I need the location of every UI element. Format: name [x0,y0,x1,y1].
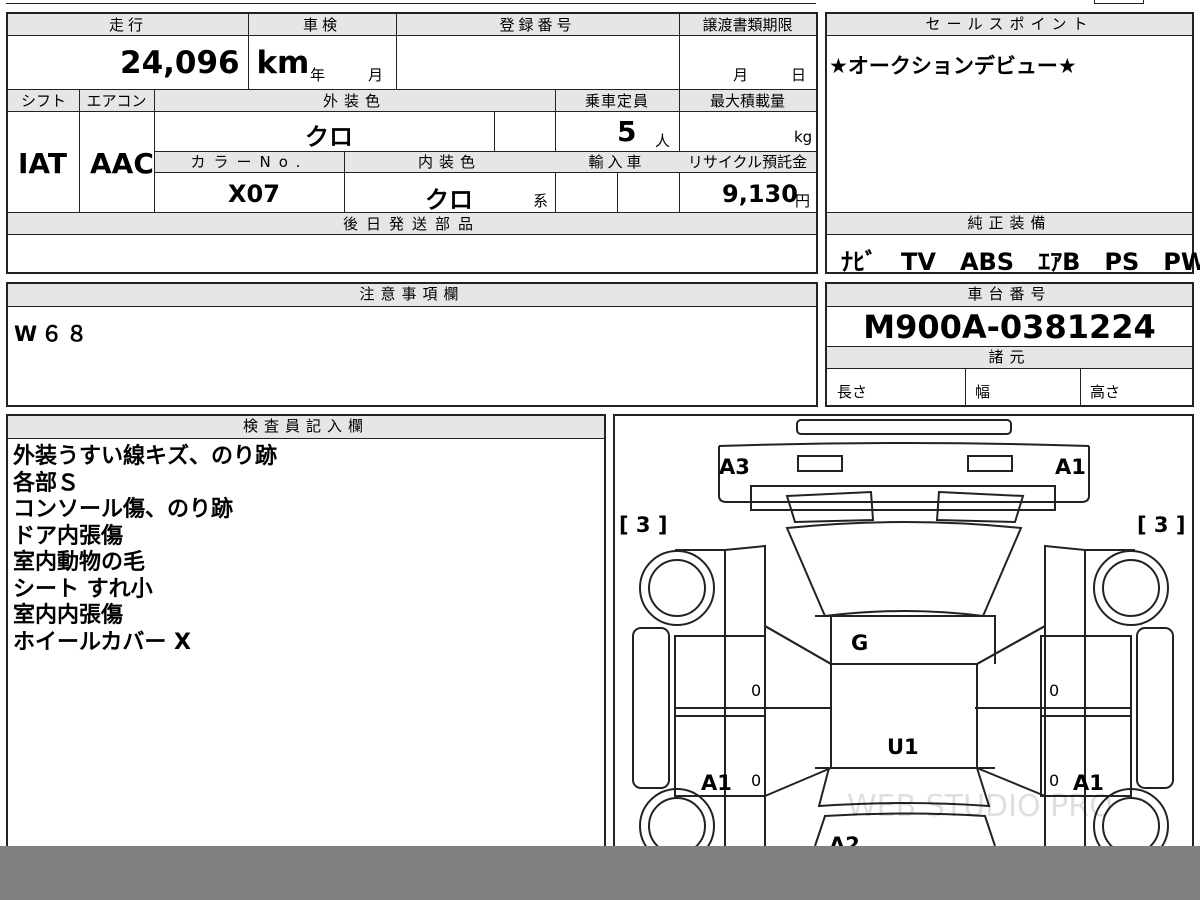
aircon-label: エアコン [86,92,147,110]
car-diagram-box: A3 A1 [ 3 ] [ 3 ] G U1 A1 A1 A2 0 0 0 0 … [613,414,1194,854]
mileage-value: 24,096 [120,45,240,81]
recycle-label: リサイクル預託金 [687,153,808,171]
sales-point-box: セールスポイント ★オークションデビュー★ 純正装備 ﾅﾋﾞ TV ABS ｴｱ… [825,12,1200,276]
divider [79,90,80,212]
recycle-unit: 円 [795,192,811,210]
inspection-label: 車検 [302,16,341,34]
mark-door-rl: 0 [751,771,761,790]
divider [679,14,680,90]
height-label: 高さ [1090,383,1121,401]
specs-label: 諸元 [827,347,1192,369]
inspector-notes: 外装うすい線キズ、のり跡 各部Ｓ コンソール傷、のり跡 ドア内張傷 室内動物の毛… [13,444,277,656]
chassis-number: M900A-0381224 [863,308,1156,346]
registration-label: 登録番号 [499,16,576,34]
exterior-color-label: 外装色 [322,92,386,110]
sales-point-label: セールスポイント [827,14,1192,36]
color-no-value: X07 [228,180,280,208]
mark-right-fender: [ 3 ] [1137,513,1185,537]
mileage-unit: km [256,45,310,81]
mark-left-fender: [ 3 ] [619,513,667,537]
inspection-month-unit: 月 [368,66,384,84]
equipment-label: 純正装備 [827,213,1192,235]
chassis-box: 車台番号 M900A-0381224 諸元 長さ 幅 高さ [825,282,1194,407]
shift-label: シフト [20,92,66,110]
top-stub-line [6,3,816,4]
divider [1080,369,1081,407]
inspector-label: 検査員記入欄 [8,416,604,439]
aircon-value: AAC [90,147,154,180]
equipment-items: ﾅﾋﾞ TV ABS ｴｱB PS PW [841,248,1200,276]
top-right-stub [1094,0,1144,4]
mark-door-fl: 0 [751,681,761,700]
interior-color-suffix: 系 [533,192,549,210]
transfer-month-unit: 月 [733,66,749,84]
inspector-note-line: 外装うすい線キズ、のり跡 [13,444,278,469]
divider [396,14,397,90]
mileage-value-wrap: 24,096 km [120,45,309,81]
inspector-box: 検査員記入欄 外装うすい線キズ、のり跡 各部Ｓ コンソール傷、のり跡 ドア内張傷… [6,414,606,854]
color-no-label: カラーNo. [190,153,309,171]
transfer-day-unit: 日 [791,66,807,84]
inspector-note-line: ホイールカバー X [13,629,191,655]
divider [494,112,495,151]
inspector-note-line: 室内動物の毛 [13,550,146,575]
interior-color-label: 内装色 [417,153,481,171]
recycle-value: 9,130 [722,180,798,208]
capacity-label: 乗車定員 [584,92,649,110]
mark-roof: U1 [887,735,919,759]
bottom-grey-bar [0,846,1200,900]
divider [617,173,618,212]
sales-point-text: ★オークションデビュー★ [829,54,1077,78]
mark-hood: G [851,631,868,655]
inspection-year-unit: 年 [310,66,326,84]
caution-label: 注意事項欄 [8,284,816,307]
inspector-note-line: コンソール傷、のり跡 [13,497,234,522]
caution-text: W６８ [14,322,92,346]
capacity-unit: 人 [655,132,671,150]
capacity-value: 5 [617,115,637,148]
max-load-label: 最大積載量 [709,92,785,110]
mark-front-left: A3 [719,455,750,479]
mark-rear-left-door: A1 [701,771,732,795]
length-label: 長さ [837,383,868,401]
shift-value: IAT [18,147,68,180]
car-diagram: A3 A1 [ 3 ] [ 3 ] G U1 A1 A1 A2 0 0 0 0 … [619,419,1185,852]
interior-color-value: クロ [425,186,473,214]
inspector-note-line: ドア内張傷 [13,523,124,549]
transfer-deadline-label: 譲渡書類期限 [702,16,793,34]
divider [344,152,345,212]
mark-door-rr: 0 [1049,771,1059,790]
mileage-label: 走行 [108,16,147,34]
watermark: WEB STUDIO PRO [847,789,1113,824]
exterior-color-value: クロ [305,123,353,151]
mark-front-right: A1 [1055,455,1086,479]
max-load-unit: kg [794,128,813,146]
width-label: 幅 [975,383,991,401]
inspector-note-line: 各部Ｓ [13,470,80,496]
later-parts-label: 後日発送部品 [342,215,481,233]
inspector-note-line: 室内内張傷 [13,603,124,628]
divider [965,369,966,407]
mark-door-fr: 0 [1049,681,1059,700]
import-label: 輸入車 [588,153,646,171]
caution-box: 注意事項欄 W６８ [6,282,818,407]
inspector-note-line: シート すれ小 [13,576,153,602]
chassis-label: 車台番号 [827,284,1192,307]
